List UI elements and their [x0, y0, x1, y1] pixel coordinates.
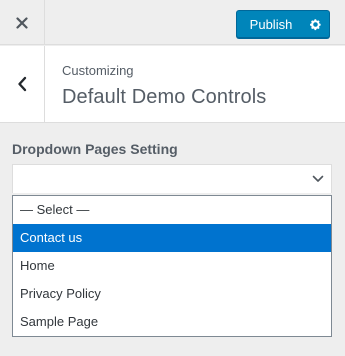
close-icon	[16, 16, 28, 29]
publish-button[interactable]: Publish	[237, 11, 301, 37]
control-label: Dropdown Pages Setting	[12, 141, 178, 157]
dropdown-option-contact-us[interactable]: Contact us	[13, 224, 331, 252]
dropdown-option-privacy-policy[interactable]: Privacy Policy	[13, 280, 331, 308]
gear-icon	[309, 18, 321, 30]
panel-header: Customizing Default Demo Controls	[0, 46, 345, 123]
dropdown-option-sample-page[interactable]: Sample Page	[13, 308, 331, 336]
breadcrumb: Customizing	[62, 63, 134, 78]
customizer-topbar: Publish	[0, 0, 345, 45]
close-button[interactable]	[0, 0, 45, 45]
dropdown-option-select[interactable]: — Select —	[13, 196, 331, 224]
back-button[interactable]	[0, 46, 45, 122]
chevron-down-icon	[312, 175, 324, 182]
publish-settings-button[interactable]	[301, 11, 329, 37]
dropdown-options-list: — Select — Contact us Home Privacy Polic…	[12, 195, 332, 337]
chevron-left-icon	[18, 76, 27, 92]
page-title: Default Demo Controls	[62, 86, 267, 108]
dropdown-option-home[interactable]: Home	[13, 252, 331, 280]
dropdown-select[interactable]	[12, 164, 332, 193]
publish-button-group: Publish	[236, 10, 330, 38]
